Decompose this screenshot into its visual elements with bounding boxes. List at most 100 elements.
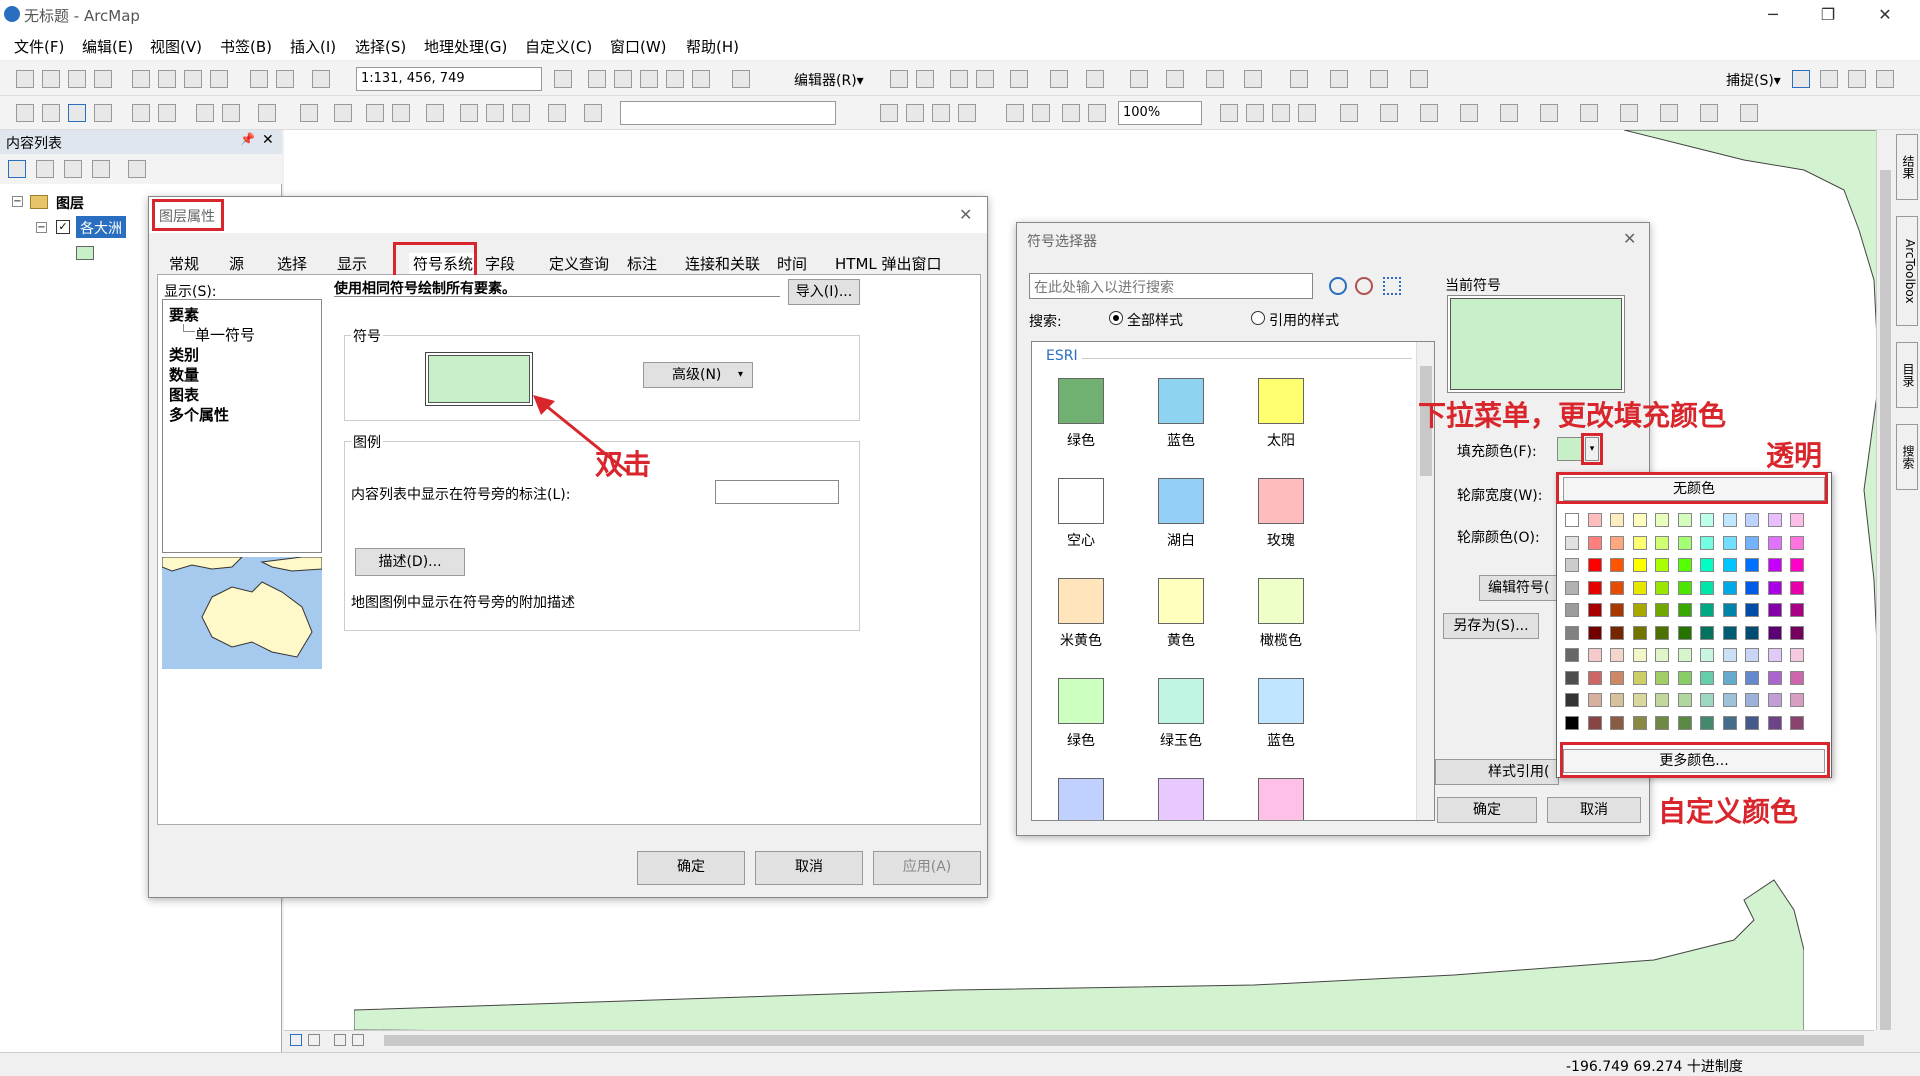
palette-color-cell[interactable]	[1610, 558, 1624, 572]
symbol-swatch[interactable]	[1058, 478, 1104, 524]
collapse-root-icon[interactable]: −	[12, 196, 23, 207]
palette-color-cell[interactable]	[1632, 535, 1647, 550]
palette-color-cell[interactable]	[1745, 580, 1759, 595]
palette-color-cell[interactable]	[1632, 625, 1647, 640]
layout-view-icon[interactable]	[308, 1034, 320, 1046]
palette-color-cell[interactable]	[1610, 648, 1624, 662]
scale-combo[interactable]: 1:131, 456, 749	[356, 67, 542, 91]
refresh-icon[interactable]	[334, 1034, 346, 1046]
palette-color-cell[interactable]	[1677, 625, 1692, 640]
layer-symbol-swatch[interactable]	[76, 246, 94, 260]
import-button[interactable]: 导入(I)...	[788, 279, 860, 305]
zoom-whole-page-icon[interactable]	[958, 104, 976, 122]
palette-color-cell[interactable]	[1700, 670, 1714, 685]
symbol-label[interactable]: 黄色	[1141, 630, 1221, 650]
tab-html-popup[interactable]: HTML 弹出窗口	[835, 253, 942, 274]
distribute-icon[interactable]	[1460, 104, 1478, 122]
palette-color-cell[interactable]	[1587, 693, 1602, 707]
tree-categories[interactable]: 类别	[169, 344, 199, 365]
palette-color-cell[interactable]	[1767, 693, 1782, 707]
palette-color-cell[interactable]	[1722, 535, 1737, 550]
rotate-element-icon[interactable]	[1660, 104, 1678, 122]
symbol-label[interactable]: 空心	[1041, 530, 1121, 550]
palette-color-cell[interactable]	[1587, 535, 1602, 550]
palette-color-cell[interactable]	[1722, 715, 1737, 730]
arctoolbox-icon[interactable]	[666, 70, 684, 88]
palette-color-cell[interactable]	[1790, 558, 1804, 572]
palette-color-cell[interactable]	[1767, 670, 1782, 685]
close-window-button[interactable]: ✕	[1862, 0, 1908, 30]
tab-source[interactable]: 源	[229, 253, 244, 274]
symbol-swatch[interactable]	[1058, 778, 1104, 820]
edge-snap-icon[interactable]	[1876, 70, 1894, 88]
find-route-icon[interactable]	[486, 104, 504, 122]
layout-back-icon[interactable]	[1062, 104, 1080, 122]
zoom-out-icon[interactable]	[42, 104, 60, 122]
palette-color-cell[interactable]	[1655, 693, 1669, 707]
symbol-swatch[interactable]	[1158, 778, 1204, 820]
palette-color-cell[interactable]	[1587, 558, 1602, 572]
model-builder-icon[interactable]	[732, 70, 750, 88]
layer-properties-close-button[interactable]: ✕	[959, 205, 972, 224]
symbol-label[interactable]: 米黄色	[1041, 630, 1121, 650]
layer-visibility-checkbox[interactable]: ✓	[56, 220, 70, 234]
radio-all-styles[interactable]	[1109, 311, 1123, 325]
palette-color-cell[interactable]	[1790, 535, 1804, 550]
palette-color-cell[interactable]	[1790, 513, 1804, 527]
palette-color-cell[interactable]	[1587, 603, 1602, 617]
palette-color-cell[interactable]	[1767, 648, 1782, 662]
snapping-menu[interactable]: 捕捉(S)▾	[1726, 70, 1781, 90]
palette-color-cell[interactable]	[1700, 625, 1714, 640]
palette-color-cell[interactable]	[1722, 558, 1737, 572]
fixed-zoom-out-icon[interactable]	[158, 104, 176, 122]
copy-icon[interactable]	[158, 70, 176, 88]
symbol-swatch[interactable]	[1158, 478, 1204, 524]
palette-color-cell[interactable]	[1722, 513, 1737, 527]
sketch-properties-icon[interactable]	[1166, 70, 1184, 88]
palette-color-cell[interactable]	[1745, 648, 1759, 662]
palette-color-cell[interactable]	[1677, 648, 1692, 662]
palette-color-cell[interactable]	[1767, 580, 1782, 595]
time-slider-icon[interactable]	[548, 104, 566, 122]
layout-pan-icon[interactable]	[932, 104, 950, 122]
palette-color-cell[interactable]	[1700, 715, 1714, 730]
palette-color-cell[interactable]	[1565, 513, 1579, 527]
restore-button[interactable]: ❐	[1805, 0, 1851, 30]
layout-zoom-out-icon[interactable]	[906, 104, 924, 122]
palette-color-cell[interactable]	[1632, 670, 1647, 685]
palette-color-cell[interactable]	[1745, 535, 1759, 550]
palette-color-cell[interactable]	[1565, 648, 1579, 662]
palette-color-cell[interactable]	[1565, 603, 1579, 617]
python-icon[interactable]	[692, 70, 710, 88]
palette-color-cell[interactable]	[1700, 693, 1714, 707]
palette-color-cell[interactable]	[1790, 648, 1804, 662]
symbol-cancel-button[interactable]: 取消	[1547, 797, 1641, 823]
palette-color-cell[interactable]	[1767, 625, 1782, 640]
table-icon[interactable]	[588, 70, 606, 88]
search-icon[interactable]	[1329, 277, 1347, 295]
symbol-swatch[interactable]	[1058, 578, 1104, 624]
viewer-icon[interactable]	[584, 104, 602, 122]
radio-all-styles-label[interactable]: 全部样式	[1127, 310, 1183, 330]
palette-color-cell[interactable]	[1610, 670, 1624, 685]
menu-insert[interactable]: 插入(I)	[290, 36, 336, 57]
symbol-swatch[interactable]	[1258, 578, 1304, 624]
sidetab-arctoolbox[interactable]: ArcToolbox	[1896, 216, 1918, 326]
palette-color-cell[interactable]	[1632, 693, 1647, 707]
cut-icon[interactable]	[132, 70, 150, 88]
snap-grid-icon[interactable]	[1740, 104, 1758, 122]
tab-fields[interactable]: 字段	[485, 253, 515, 274]
ungroup-icon[interactable]	[1540, 104, 1558, 122]
clear-search-icon[interactable]	[1355, 277, 1373, 295]
draw-rectangle-icon[interactable]	[1340, 104, 1358, 122]
palette-color-cell[interactable]	[1610, 580, 1624, 595]
menu-customize[interactable]: 自定义(C)	[525, 36, 592, 57]
advanced-button[interactable]: 高级(N) ▾	[643, 362, 753, 388]
radio-referenced-styles[interactable]	[1251, 311, 1265, 325]
full-extent-icon[interactable]	[94, 104, 112, 122]
point-icon[interactable]	[1010, 70, 1028, 88]
save-icon[interactable]	[68, 70, 86, 88]
palette-color-cell[interactable]	[1610, 715, 1624, 730]
palette-color-cell[interactable]	[1767, 558, 1782, 572]
palette-color-cell[interactable]	[1790, 603, 1804, 617]
